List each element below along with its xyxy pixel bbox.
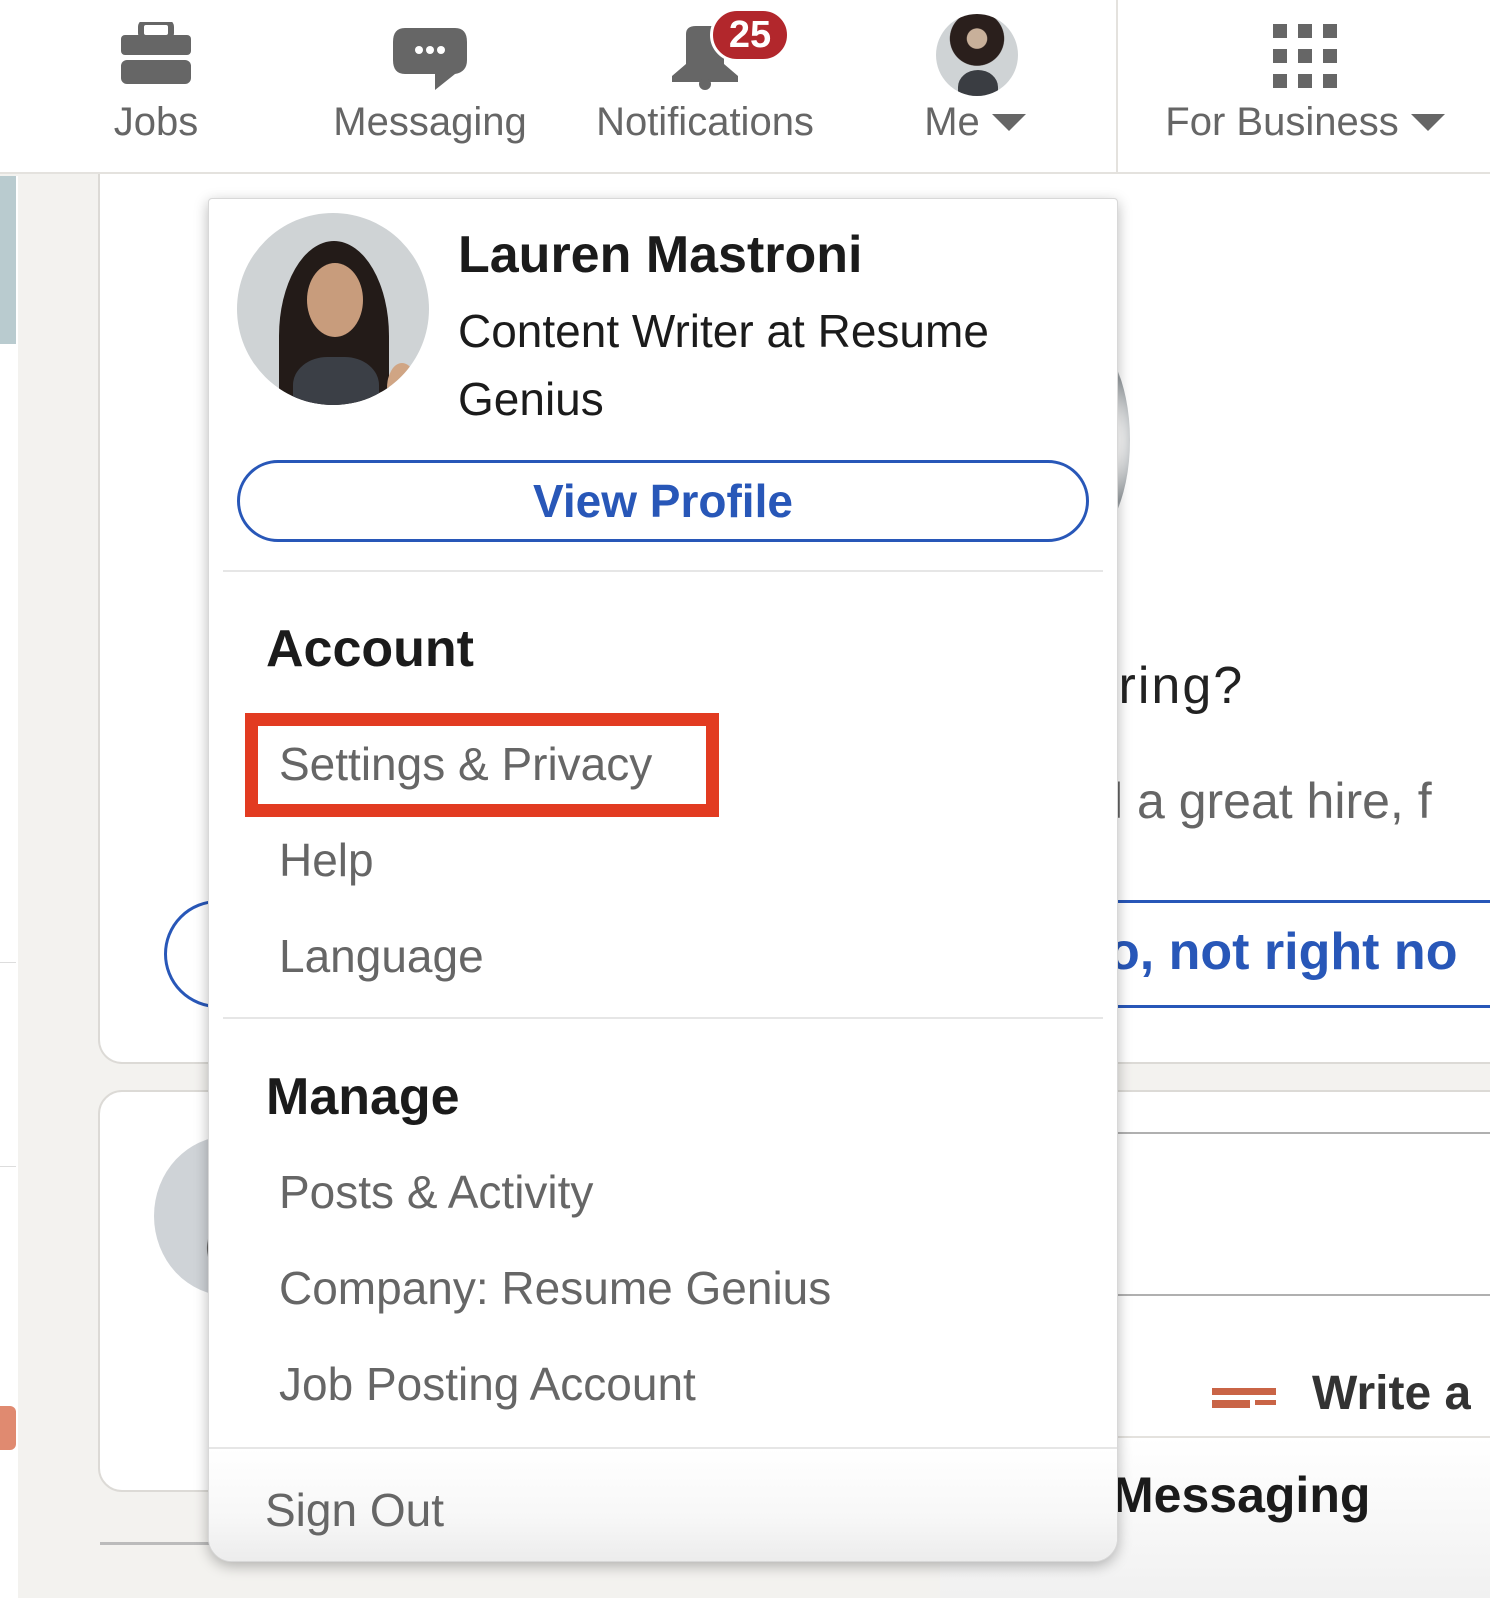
sidebar-banner [0,176,16,344]
grid-icon [1273,24,1337,93]
write-article-button[interactable]: Write a [1312,1366,1471,1410]
chevron-down-icon [991,114,1026,131]
nav-me-label: Me [924,100,1026,145]
highlight-annotation [245,713,719,817]
menu-item-job-posting-account[interactable]: Job Posting Account [279,1357,696,1411]
view-profile-button[interactable]: View Profile [237,460,1089,542]
briefcase-icon [121,19,191,89]
global-nav: Jobs Messaging 25 Notifications Me For B… [0,0,1490,174]
nav-divider [1116,0,1118,172]
divider [0,1166,16,1167]
section-title-account: Account [266,620,474,678]
menu-item-company-page[interactable]: Company: Resume Genius [279,1261,831,1315]
profile-name: Lauren Mastroni [458,226,863,284]
nav-jobs[interactable]: Jobs [94,0,218,172]
profile-photo [237,213,429,405]
nav-for-business-text: For Business [1165,100,1399,144]
menu-item-help[interactable]: Help [279,833,374,887]
divider [223,1017,1103,1019]
article-icon [1212,1388,1276,1408]
nav-jobs-label: Jobs [113,100,199,144]
left-sidebar-edge [0,176,18,1598]
sign-out-link[interactable]: Sign Out [265,1483,444,1537]
divider [1116,1132,1490,1134]
nav-notifications-label: Notifications [596,100,814,144]
profile-headline: Content Writer at Resume Genius [458,305,989,425]
divider [209,1447,1117,1449]
nav-messaging-label: Messaging [333,100,527,144]
nav-me-text: Me [924,100,980,144]
nav-messaging[interactable]: Messaging [320,0,540,172]
sidebar-accent [0,1406,16,1450]
menu-item-language[interactable]: Language [279,929,484,983]
chat-bubble-icon [391,26,469,97]
hiring-card-body: l a great hire, f [1112,773,1432,829]
not-right-now-label[interactable]: o, not right no [1108,922,1457,982]
divider [223,570,1103,572]
notification-count-badge: 25 [710,8,790,62]
menu-item-posts-activity[interactable]: Posts & Activity [279,1165,593,1219]
nav-me[interactable]: Me [910,0,1040,172]
divider [1116,1294,1490,1296]
nav-notifications[interactable]: 25 Notifications [580,0,830,172]
nav-for-business-label: For Business [1165,100,1445,145]
avatar [936,14,1018,96]
hiring-card-heading: iring? [1105,657,1245,715]
nav-for-business[interactable]: For Business [1140,0,1470,172]
chevron-down-icon [1410,114,1445,131]
messaging-overlay-title: Messaging [1112,1467,1371,1523]
divider [0,962,16,963]
section-title-manage: Manage [266,1068,460,1126]
me-dropdown-menu: Lauren Mastroni Content Writer at Resume… [208,198,1118,1562]
